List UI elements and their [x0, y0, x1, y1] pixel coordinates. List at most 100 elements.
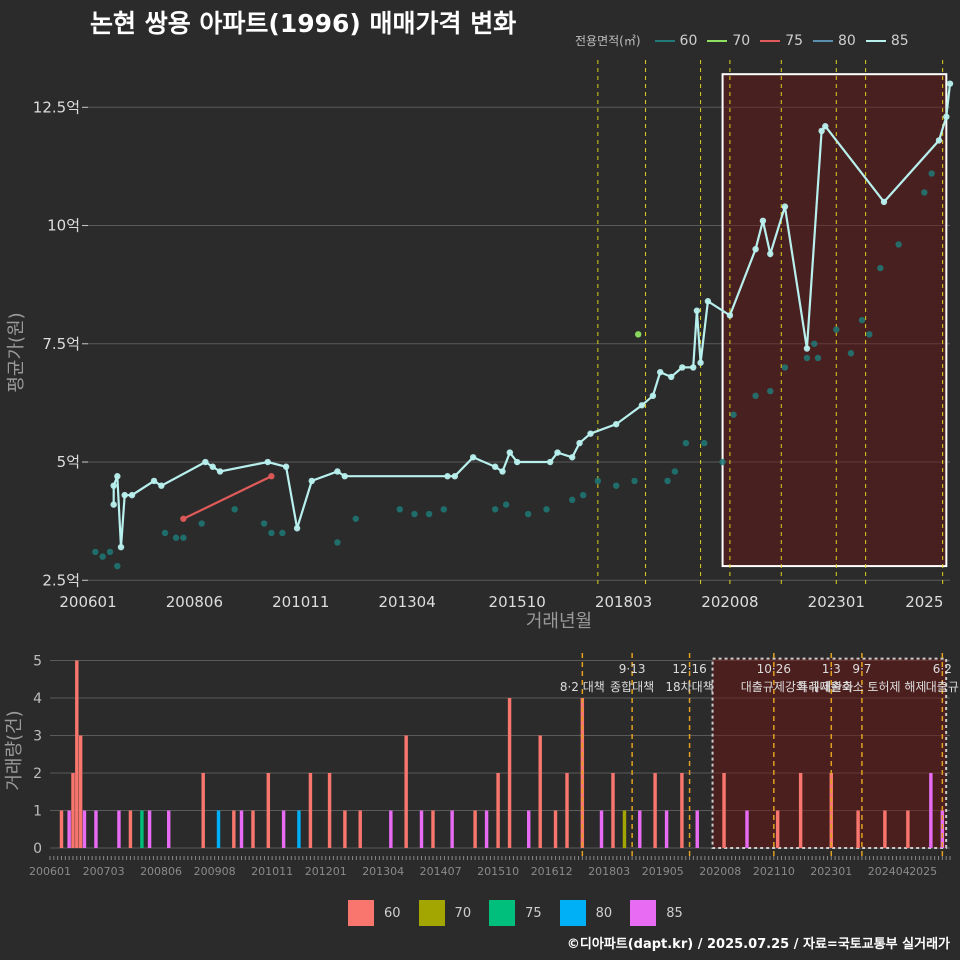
data-point-60 — [847, 350, 855, 357]
data-point-60 — [180, 534, 187, 541]
data-point-85 — [803, 345, 811, 352]
x-tick-label: 200806 — [166, 593, 223, 611]
data-point-60 — [682, 439, 690, 447]
data-point-85 — [491, 463, 499, 470]
data-point-85 — [587, 430, 594, 437]
data-point-85 — [935, 137, 943, 144]
data-point-85 — [657, 368, 664, 376]
x-tick-label: 2025 — [905, 593, 943, 611]
data-point-60 — [781, 364, 789, 371]
bar-x-tick-label: 201304 — [362, 865, 404, 878]
legend-bottom-item-85: 85 — [630, 900, 683, 926]
bar — [680, 773, 684, 848]
bar — [450, 810, 454, 848]
data-point-60 — [268, 529, 275, 537]
bar-x-tick-label: 201803 — [588, 865, 630, 878]
bar-y-tick-label: 1 — [33, 804, 42, 820]
bar — [419, 810, 424, 848]
x-tick-label: 201304 — [378, 593, 435, 611]
legend-bottom-item-75: 75 — [489, 900, 542, 926]
bar — [232, 810, 236, 848]
legend-swatch — [418, 900, 445, 926]
data-point-85 — [767, 250, 774, 258]
bar — [82, 810, 87, 848]
legend-bottom-item-60: 60 — [348, 900, 401, 926]
bar-x-tick-label: 201201 — [305, 865, 347, 878]
data-point-60 — [279, 529, 286, 537]
bar — [856, 810, 860, 848]
data-point-60 — [411, 510, 418, 518]
bar — [695, 810, 699, 848]
bar — [78, 735, 83, 848]
data-point-60 — [198, 520, 205, 527]
data-point-85 — [613, 420, 620, 428]
bar-x-tick-label: 201612 — [531, 865, 573, 878]
data-point-85 — [499, 468, 506, 475]
bar — [664, 810, 669, 848]
data-point-60 — [631, 477, 638, 485]
bar — [251, 810, 255, 848]
data-point-85 — [704, 298, 712, 305]
data-point-85 — [469, 454, 477, 461]
bar — [281, 810, 286, 848]
data-point-85 — [150, 477, 158, 485]
y-tick-label: 10억 — [47, 217, 80, 235]
legend-bottom-item-80: 80 — [559, 900, 612, 926]
bar-x-tick-label: 202008 — [699, 865, 741, 878]
data-point-70 — [635, 331, 642, 338]
bar-x-tick-label: 201407 — [420, 865, 462, 878]
bar-x-tick-label: 202301 — [810, 865, 852, 878]
bar — [71, 773, 75, 848]
bar — [239, 810, 244, 848]
y-tick-label: 12.5억 — [33, 98, 80, 116]
data-point-60 — [231, 506, 238, 513]
bar — [496, 773, 500, 848]
data-point-75 — [268, 473, 275, 480]
data-point-85 — [638, 402, 646, 409]
bar-y-tick-label: 3 — [33, 729, 42, 745]
data-point-85 — [110, 501, 117, 508]
data-point-85 — [554, 449, 561, 456]
data-point-60 — [671, 468, 679, 475]
data-point-85 — [513, 458, 521, 466]
bar — [622, 810, 627, 848]
highlight-box — [721, 73, 948, 568]
data-point-85 — [759, 217, 767, 225]
bar — [906, 810, 910, 848]
data-point-60 — [440, 506, 448, 513]
data-point-60 — [921, 189, 928, 196]
data-point-85 — [568, 454, 576, 461]
data-point-60 — [99, 553, 106, 560]
legend-bottom: 60 70 75 80 85 — [348, 900, 701, 926]
data-point-60 — [172, 534, 180, 541]
legend-bottom-item-70: 70 — [418, 900, 471, 926]
data-point-60 — [664, 477, 671, 485]
data-point-85 — [946, 80, 954, 87]
data-point-60 — [579, 491, 587, 499]
bar — [653, 773, 657, 848]
bar — [167, 810, 171, 848]
bar — [147, 810, 152, 848]
policy-name-label: 8·2 대책 — [560, 679, 605, 694]
bar-x-tick-label: 200601 — [29, 865, 71, 878]
data-point-85 — [693, 307, 701, 314]
data-point-85 — [444, 473, 451, 480]
bar — [599, 810, 604, 848]
data-point-60 — [114, 562, 121, 570]
y-tick-label: 2.5억 — [42, 571, 80, 589]
x-tick-label: 200601 — [59, 593, 116, 611]
y-tick-label: 7.5억 — [42, 335, 80, 353]
y-axis-title: 평균가(원) — [6, 312, 27, 392]
bar-x-tick-label: 201905 — [642, 865, 684, 878]
bar — [484, 810, 489, 848]
data-point-60 — [866, 331, 873, 338]
bar — [507, 698, 512, 848]
data-point-60 — [811, 340, 818, 347]
bar — [75, 660, 79, 848]
data-point-85 — [216, 468, 224, 475]
bar — [59, 810, 64, 848]
data-point-85 — [668, 373, 675, 381]
bar — [611, 773, 615, 848]
bar — [473, 810, 477, 848]
data-point-60 — [502, 501, 510, 508]
